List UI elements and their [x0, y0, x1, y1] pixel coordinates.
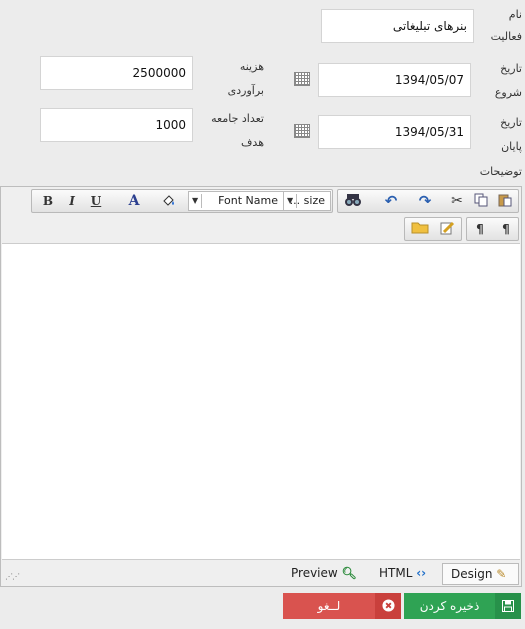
close-circle-icon — [375, 593, 401, 619]
rich-text-editor: B I U A ▼ Font Name ▼ ... size ↶ ↷ ✂ ¶ ¶… — [0, 186, 522, 587]
code-icon: ‹› — [416, 566, 427, 580]
chevron-down-icon: ▼ — [287, 196, 294, 205]
end-date-calendar-icon[interactable] — [294, 124, 310, 138]
font-color-icon[interactable]: A — [123, 192, 145, 210]
target-input[interactable]: 1000 — [40, 108, 193, 142]
undo-icon[interactable]: ↶ — [380, 192, 402, 210]
resize-grip-icon[interactable]: ⋰⋰ — [5, 572, 20, 581]
cost-input[interactable]: 2500000 — [40, 56, 193, 90]
start-date-label-2: شروع — [494, 86, 522, 99]
target-label-2: هدف — [241, 136, 264, 149]
font-size-select[interactable]: ▼ ... size — [283, 191, 331, 211]
target-label: تعداد جامعه — [211, 112, 264, 125]
chevron-down-icon: ▼ — [192, 196, 199, 205]
start-date-input[interactable]: 1394/05/07 — [318, 63, 471, 97]
format-toolbar: B I U A ▼ Font Name ▼ ... size — [31, 189, 333, 213]
document-manager-icon[interactable] — [436, 220, 458, 238]
underline-icon[interactable]: U — [85, 192, 107, 210]
paste-icon[interactable] — [494, 192, 516, 210]
image-manager-icon[interactable] — [409, 220, 431, 238]
end-date-label: تاریخ — [500, 116, 522, 129]
direction-toolbar: ¶ ¶ — [466, 217, 519, 241]
design-mode-button[interactable]: Design ✎ — [442, 563, 519, 585]
fill-color-icon[interactable] — [158, 192, 180, 210]
start-date-calendar-icon[interactable] — [294, 72, 310, 86]
html-mode-button[interactable]: HTML ‹› — [379, 563, 426, 583]
cost-label: هزینه — [239, 60, 264, 73]
description-label: توضیحات — [479, 165, 522, 178]
end-date-label-2: پایان — [501, 140, 522, 153]
redo-icon[interactable]: ↷ — [414, 192, 436, 210]
end-date-input[interactable]: 1394/05/31 — [318, 115, 471, 149]
activity-name-input[interactable]: بنرهای تبلیغاتی — [321, 9, 474, 43]
rtl-icon[interactable]: ¶ — [495, 220, 517, 238]
bold-icon[interactable]: B — [37, 192, 59, 210]
manager-toolbar — [404, 217, 462, 241]
find-icon[interactable] — [342, 192, 364, 210]
copy-icon[interactable] — [470, 192, 492, 210]
cut-icon[interactable]: ✂ — [446, 192, 468, 210]
ltr-icon[interactable]: ¶ — [469, 220, 491, 238]
cost-label-2: برآوردی — [227, 84, 264, 97]
editor-content-area[interactable] — [2, 243, 520, 560]
zoom-icon: 🔍︎ — [341, 566, 357, 580]
font-name-select[interactable]: ▼ Font Name — [188, 191, 284, 211]
edit-toolbar: ↶ ↷ ✂ — [337, 189, 519, 213]
preview-mode-button[interactable]: Preview 🔍︎ — [291, 563, 357, 583]
floppy-icon — [495, 593, 521, 619]
start-date-label: تاریخ — [500, 62, 522, 75]
pencil-icon: ✎ — [496, 567, 507, 581]
italic-icon[interactable]: I — [61, 192, 83, 210]
save-button[interactable]: ذخیره کردن — [404, 593, 521, 619]
cancel-button[interactable]: لــغو — [283, 593, 401, 619]
